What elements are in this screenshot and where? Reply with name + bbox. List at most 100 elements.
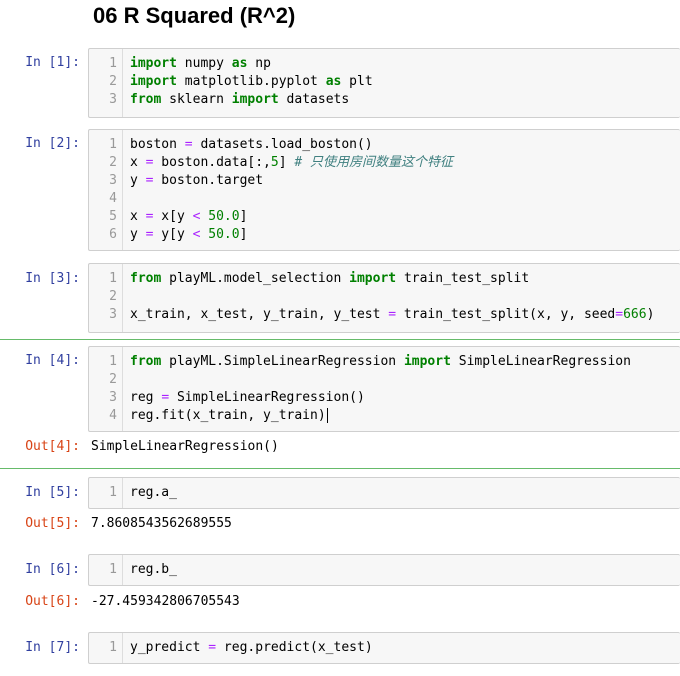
line-number: 2 — [109, 372, 117, 387]
line-number: 6 — [109, 227, 117, 242]
code-token: ] — [278, 155, 295, 170]
input-prompt: In [1]: — [25, 55, 80, 70]
input-prompt: In [5]: — [25, 485, 80, 500]
code-editor[interactable]: 1 from playML.model_selection import trai… — [88, 263, 680, 333]
code-token: y — [130, 173, 146, 188]
code-line[interactable]: 1 reg.a_ — [89, 484, 680, 502]
code-line[interactable]: 1 import numpy as np — [89, 55, 680, 73]
line-number: 1 — [109, 562, 117, 577]
code-token: SimpleLinearRegression() — [169, 390, 365, 405]
keyword-token: import — [130, 74, 177, 89]
code-token: train_test_split(x, y, seed — [396, 307, 616, 322]
code-line[interactable]: 2 — [89, 371, 680, 389]
keyword-token: from — [130, 92, 162, 107]
code-line[interactable]: 3 reg = SimpleLinearRegression() — [89, 389, 680, 407]
code-token: reg.fit(x_train, y_train) — [130, 408, 326, 423]
code-line[interactable]: 1 y_predict = reg.predict(x_test) — [89, 639, 680, 657]
code-cell-2[interactable]: In [2]: 1 boston = datasets.load_boston()… — [0, 129, 680, 251]
code-text: reg.fit(x_train, y_train) — [130, 407, 328, 425]
output-prompt: Out[4]: — [25, 439, 80, 454]
code-text: import numpy as np — [130, 55, 271, 73]
code-text: import matplotlib.pyplot as plt — [130, 73, 373, 91]
code-token: playML.SimpleLinearRegression — [161, 354, 404, 369]
code-token: y — [130, 227, 146, 242]
code-text: x = x[y < 50.0] — [130, 208, 247, 226]
code-line[interactable]: 1 from playML.model_selection import trai… — [89, 270, 680, 288]
keyword-token: from — [130, 354, 162, 369]
code-token: reg.predict(x_test) — [216, 640, 373, 655]
cell-output: 7.8608543562689555 — [91, 516, 232, 531]
input-prompt: In [6]: — [25, 562, 80, 577]
code-editor[interactable]: 1 from playML.SimpleLinearRegression impo… — [88, 346, 680, 432]
code-token: x — [130, 209, 146, 224]
text-cursor — [326, 408, 328, 423]
code-cell-5[interactable]: In [5]: 1 reg.a_ Out[5]: 7.86085435626895… — [0, 477, 680, 537]
code-token: x_train, x_test, y_train, y_test — [130, 307, 389, 322]
code-line[interactable]: 1 boston = datasets.load_boston() — [89, 136, 680, 154]
input-prompt: In [3]: — [25, 271, 80, 286]
code-line[interactable]: 2 import matplotlib.pyplot as plt — [89, 73, 680, 91]
code-token: reg.a_ — [130, 485, 177, 500]
code-editor[interactable]: 1 reg.a_ — [88, 477, 680, 509]
operator-token: = — [208, 640, 217, 655]
code-line[interactable]: 5 x = x[y < 50.0] — [89, 208, 680, 226]
code-text: y = y[y < 50.0] — [130, 226, 247, 244]
operator-token: = — [161, 390, 170, 405]
line-number: 1 — [109, 485, 117, 500]
operator-token: = — [388, 307, 397, 322]
code-text: from playML.model_selection import train… — [130, 270, 529, 288]
operator-token: = — [184, 137, 193, 152]
keyword-token: as — [325, 74, 342, 89]
code-editor[interactable]: 1 boston = datasets.load_boston() 2 x = bos… — [88, 129, 680, 251]
number-token: 50.0 — [208, 209, 240, 224]
code-editor[interactable]: 1 reg.b_ — [88, 554, 680, 586]
code-token: plt — [341, 74, 373, 89]
input-prompt: In [4]: — [25, 353, 80, 368]
code-cell-6[interactable]: In [6]: 1 reg.b_ Out[6]: -27.459342806705… — [0, 554, 680, 614]
code-cell-3[interactable]: In [3]: 1 from playML.model_selection imp… — [0, 263, 680, 333]
code-token: datasets — [278, 92, 350, 107]
line-number: 5 — [109, 209, 117, 224]
code-editor[interactable]: 1 import numpy as np 2 import matplotlib.py… — [88, 48, 680, 118]
input-prompt: In [2]: — [25, 136, 80, 151]
code-line[interactable]: 3 from sklearn import datasets — [89, 91, 680, 109]
line-number: 1 — [109, 137, 117, 152]
line-number: 3 — [109, 307, 117, 322]
code-line[interactable]: 2 x = boston.data[:,5] # 只使用房间数量这个特征 — [89, 154, 680, 172]
code-text: y = boston.target — [130, 172, 263, 190]
code-text: boston = datasets.load_boston() — [130, 136, 373, 154]
keyword-token: as — [231, 56, 248, 71]
notebook-title: 06 R Squared (R^2) — [93, 3, 296, 28]
keyword-token: import — [231, 92, 279, 107]
code-line[interactable]: 3 y = boston.target — [89, 172, 680, 190]
code-token: datasets.load_boston() — [192, 137, 373, 152]
code-text: reg.b_ — [130, 561, 177, 579]
code-cell-4[interactable]: In [4]: 1 from playML.SimpleLinearRegress… — [0, 339, 680, 469]
code-cell-7[interactable]: In [7]: 1 y_predict = reg.predict(x_test) — [0, 632, 680, 664]
code-line[interactable]: 3 x_train, x_test, y_train, y_test = trai… — [89, 306, 680, 324]
code-line[interactable]: 6 y = y[y < 50.0] — [89, 226, 680, 244]
code-line[interactable]: 4 — [89, 190, 680, 208]
code-line[interactable]: 1 reg.b_ — [89, 561, 680, 579]
code-text: from playML.SimpleLinearRegression impor… — [130, 353, 631, 371]
code-editor[interactable]: 1 y_predict = reg.predict(x_test) — [88, 632, 680, 664]
code-line[interactable]: 4 reg.fit(x_train, y_train) — [89, 407, 680, 425]
comment-token: # 只使用房间数量这个特征 — [294, 155, 454, 170]
code-line[interactable]: 1 from playML.SimpleLinearRegression impo… — [89, 353, 680, 371]
input-prompt: In [7]: — [25, 640, 80, 655]
line-number: 1 — [109, 640, 117, 655]
cell-output: SimpleLinearRegression() — [91, 439, 279, 454]
line-number: 1 — [109, 271, 117, 286]
output-prompt: Out[5]: — [25, 516, 80, 531]
code-token: train_test_split — [396, 271, 530, 286]
code-token: playML.model_selection — [161, 271, 350, 286]
code-text: x_train, x_test, y_train, y_test = train… — [130, 306, 654, 324]
code-line[interactable]: 2 — [89, 288, 680, 306]
code-cell-1[interactable]: In [1]: 1 import numpy as np 2 import matpl… — [0, 48, 680, 118]
code-token: boston — [130, 137, 185, 152]
code-token: y[y — [153, 227, 193, 242]
code-text: from sklearn import datasets — [130, 91, 349, 109]
line-number: 3 — [109, 92, 117, 107]
number-token: 50.0 — [208, 227, 240, 242]
code-token: boston.data[:, — [153, 155, 271, 170]
